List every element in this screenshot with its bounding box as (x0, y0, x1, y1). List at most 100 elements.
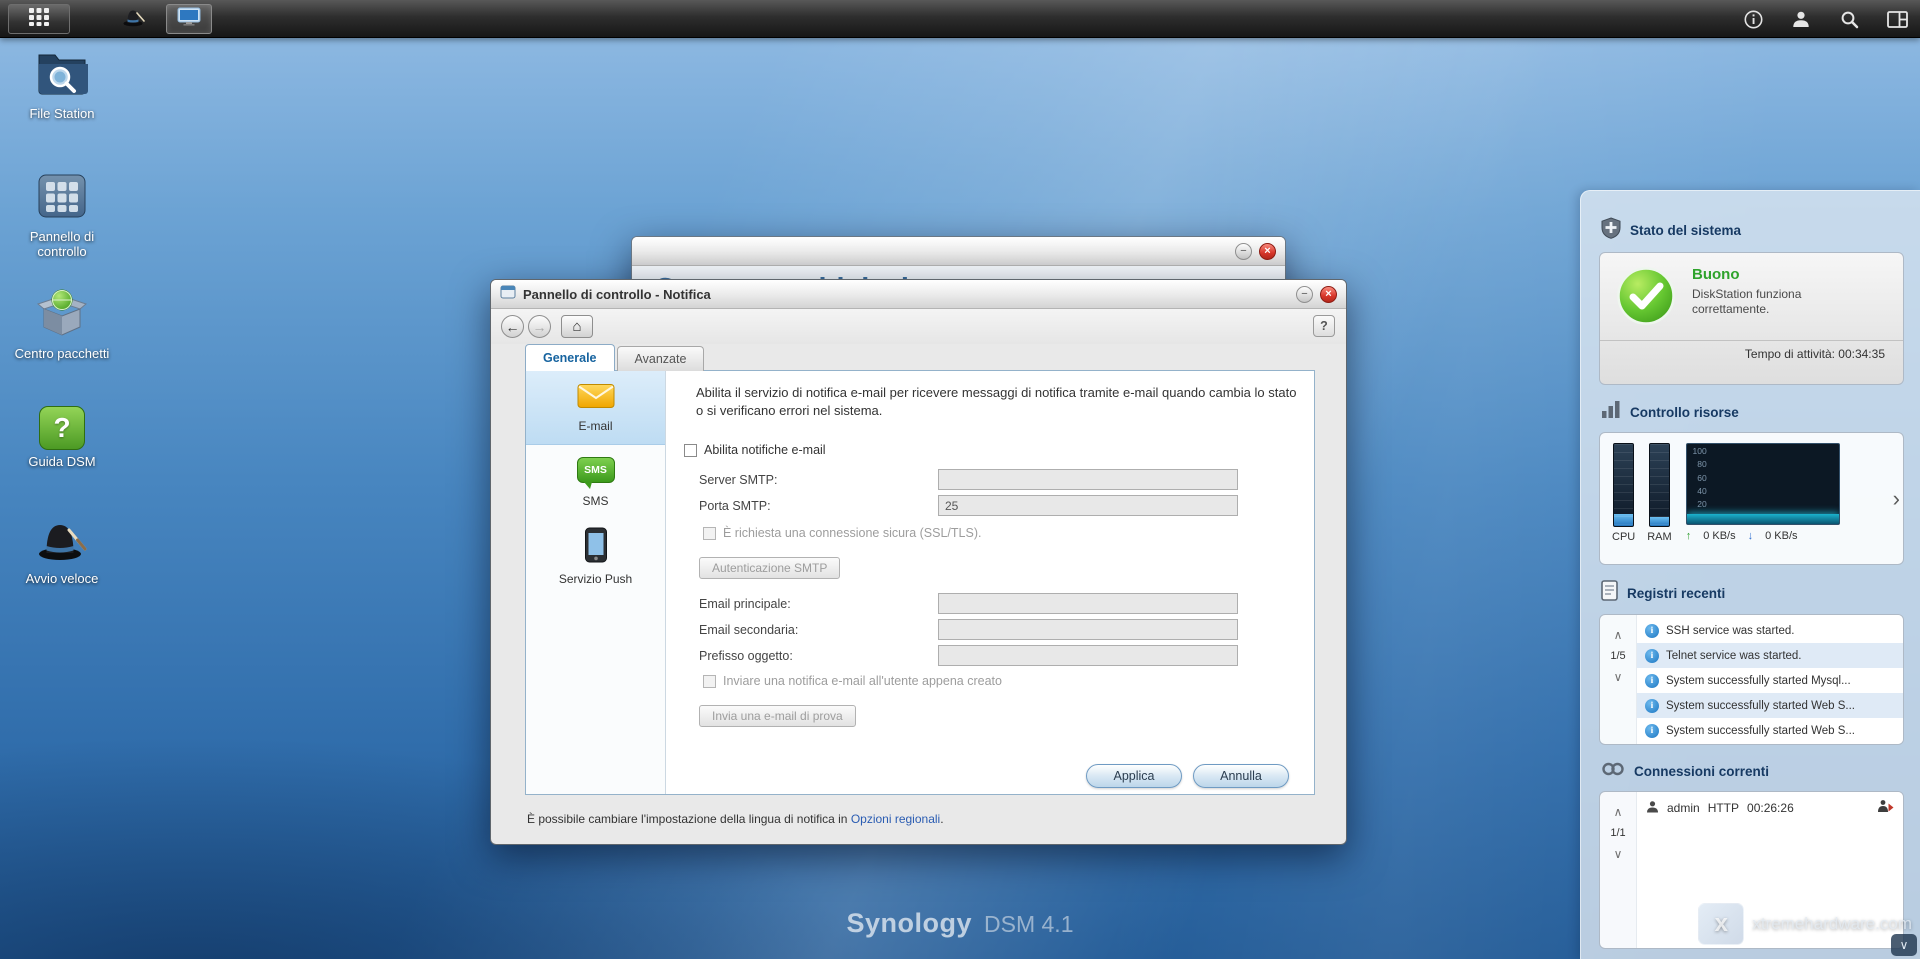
pilot-view-icon[interactable] (1884, 6, 1910, 32)
magic-hat-icon (123, 7, 145, 32)
logs-page-indicator: 1/5 (1610, 650, 1626, 662)
primary-email-label: Email principale: (699, 596, 791, 611)
taskbar-show-desktop-app[interactable] (166, 4, 212, 34)
brand-wordmark: Synology (846, 908, 973, 938)
log-text: System successfully started Mysql... (1666, 674, 1851, 687)
desktop-icon-quick-start[interactable]: Avvio veloce (10, 516, 114, 587)
search-icon[interactable] (1836, 6, 1862, 32)
site-watermark-text: xtremehardware.com (1752, 914, 1912, 933)
info-icon: i (1645, 623, 1659, 638)
network-chart-area (1686, 514, 1839, 524)
log-row: i System successfully started Web S... (1637, 718, 1903, 743)
minimize-button[interactable]: − (1296, 285, 1313, 303)
help-glyph: ? (1320, 319, 1328, 333)
main-menu-button[interactable] (8, 4, 70, 34)
page-up-button[interactable]: ∧ (1614, 629, 1623, 641)
secondary-email-row: Email secondaria: (699, 619, 1238, 640)
checkbox[interactable] (703, 526, 716, 540)
forward-button[interactable]: → (528, 315, 551, 338)
regional-options-link[interactable]: Opzioni regionali (851, 812, 940, 826)
info-icon[interactable] (1740, 6, 1766, 32)
sidebar-item-push-service[interactable]: Servizio Push (526, 519, 665, 593)
resource-monitor-header: Controllo risorse (1601, 400, 1904, 424)
desktop: File Station Pannello di controllo Centr… (0, 0, 1920, 959)
tab-generale[interactable]: Generale (525, 344, 615, 371)
page-down-button[interactable]: ∨ (1614, 671, 1623, 683)
synology-watermark: Synology DSM 4.1 (847, 908, 1074, 939)
page-up-button[interactable]: ∧ (1614, 806, 1623, 818)
notify-new-user-checkbox-row[interactable]: Inviare una notifica e-mail all'utente a… (703, 674, 1002, 688)
user-icon[interactable] (1788, 6, 1814, 32)
site-logo-icon: x (1698, 903, 1745, 945)
log-row: i System successfully started Web S... (1637, 693, 1903, 718)
back-arrow-icon: ← (505, 318, 520, 335)
sidebar-item-sms[interactable]: SMS SMS (526, 445, 665, 519)
control-panel-window: Pannello di controllo - Notifica − × ← →… (490, 279, 1347, 845)
control-panel-tabs: Generale Avanzate (525, 344, 705, 371)
page-down-button[interactable]: ∨ (1614, 848, 1623, 860)
subject-prefix-input[interactable] (938, 645, 1238, 666)
status-ok-check-icon (1616, 266, 1676, 331)
desktop-icon-file-station[interactable]: File Station (10, 50, 114, 122)
smtp-server-row: Server SMTP: (699, 469, 1238, 490)
secondary-email-input[interactable] (938, 619, 1238, 640)
window-title: Pannello di controllo - Notifica (523, 286, 711, 302)
info-icon: i (1645, 723, 1659, 738)
footer-note-text: È possibile cambiare l'impostazione dell… (527, 812, 851, 826)
network-chart: 100 80 60 40 20 (1685, 443, 1840, 525)
sms-bubble-icon: SMS (576, 456, 615, 489)
email-notification-form: Abilita il servizio di notifica e-mail p… (666, 371, 1314, 794)
close-button[interactable]: × (1320, 285, 1337, 303)
smtp-port-input[interactable] (938, 495, 1238, 516)
taskbar-quick-launch-app[interactable] (112, 4, 156, 34)
sidebar-item-email[interactable]: E-mail (526, 371, 665, 445)
widget-panel: Stato del sistema Buono DiskStation funz… (1580, 190, 1920, 959)
storage-window-titlebar[interactable]: − × (632, 237, 1285, 266)
apply-button[interactable]: Applica (1086, 764, 1182, 788)
desktop-icon-label: Guida DSM (28, 454, 96, 469)
enable-email-checkbox-row[interactable]: Abilita notifiche e-mail (684, 443, 826, 457)
desktop-icon-dsm-help[interactable]: ? Guida DSM (10, 406, 114, 470)
send-test-email-button[interactable]: Invia una e-mail di prova (699, 705, 856, 727)
footer-note-suffix: . (940, 812, 944, 826)
desktop-icon-control-panel[interactable]: Pannello di controllo (10, 172, 114, 260)
log-document-icon (1601, 580, 1618, 606)
tab-label: Avanzate (634, 352, 687, 366)
checkbox[interactable] (703, 674, 716, 688)
sidebar-item-label: SMS (582, 493, 609, 508)
checkbox[interactable] (684, 443, 697, 457)
primary-email-input[interactable] (938, 593, 1238, 614)
home-button[interactable]: ⌂ (561, 315, 593, 338)
smtp-port-label: Porta SMTP: (699, 498, 771, 513)
desktop-icon-package-center[interactable]: Centro pacchetti (10, 288, 114, 362)
smtp-server-input[interactable] (938, 469, 1238, 490)
package-center-icon (36, 288, 88, 342)
smtp-auth-button[interactable]: Autenticazione SMTP (699, 557, 841, 579)
upload-arrow-icon: ↑ (1685, 530, 1692, 542)
sidebar-item-label: E-mail (578, 419, 613, 433)
footer-note: È possibile cambiare l'impostazione dell… (527, 812, 944, 826)
desktop-icon-label: Avvio veloce (25, 571, 99, 586)
connection-row: admin HTTP 00:26:26 (1637, 795, 1903, 820)
close-button[interactable]: × (1259, 242, 1276, 260)
desktop-icon-label: Centro pacchetti (14, 346, 110, 361)
cancel-button[interactable]: Annulla (1193, 764, 1289, 788)
log-row: i System successfully started Mysql... (1637, 668, 1903, 693)
network-rates: ↑ 0 KB/s ↓ 0 KB/s (1686, 530, 1840, 542)
checkbox-label: Inviare una notifica e-mail all'utente a… (723, 674, 1002, 688)
widget-title: Registri recenti (1627, 585, 1726, 601)
minimize-button[interactable]: − (1235, 242, 1252, 260)
tab-avanzate[interactable]: Avanzate (616, 346, 705, 371)
back-button[interactable]: ← (501, 315, 524, 338)
connection-user: admin (1667, 800, 1700, 815)
resource-next-page-chevron[interactable]: › (1893, 486, 1900, 512)
control-panel-icon (37, 172, 87, 225)
notification-sidebar: E-mail SMS SMS Servizio Push (526, 371, 666, 794)
kick-user-icon[interactable] (1877, 799, 1894, 816)
subject-prefix-row: Prefisso oggetto: (699, 645, 1238, 666)
control-panel-titlebar[interactable]: Pannello di controllo - Notifica − × (491, 280, 1346, 309)
ssl-checkbox-row[interactable]: È richiesta una connessione sicura (SSL/… (703, 526, 981, 540)
log-rows: i SSH service was started. i Telnet serv… (1636, 615, 1903, 744)
help-button[interactable]: ? (1313, 315, 1335, 337)
email-description: Abilita il servizio di notifica e-mail p… (696, 385, 1297, 418)
